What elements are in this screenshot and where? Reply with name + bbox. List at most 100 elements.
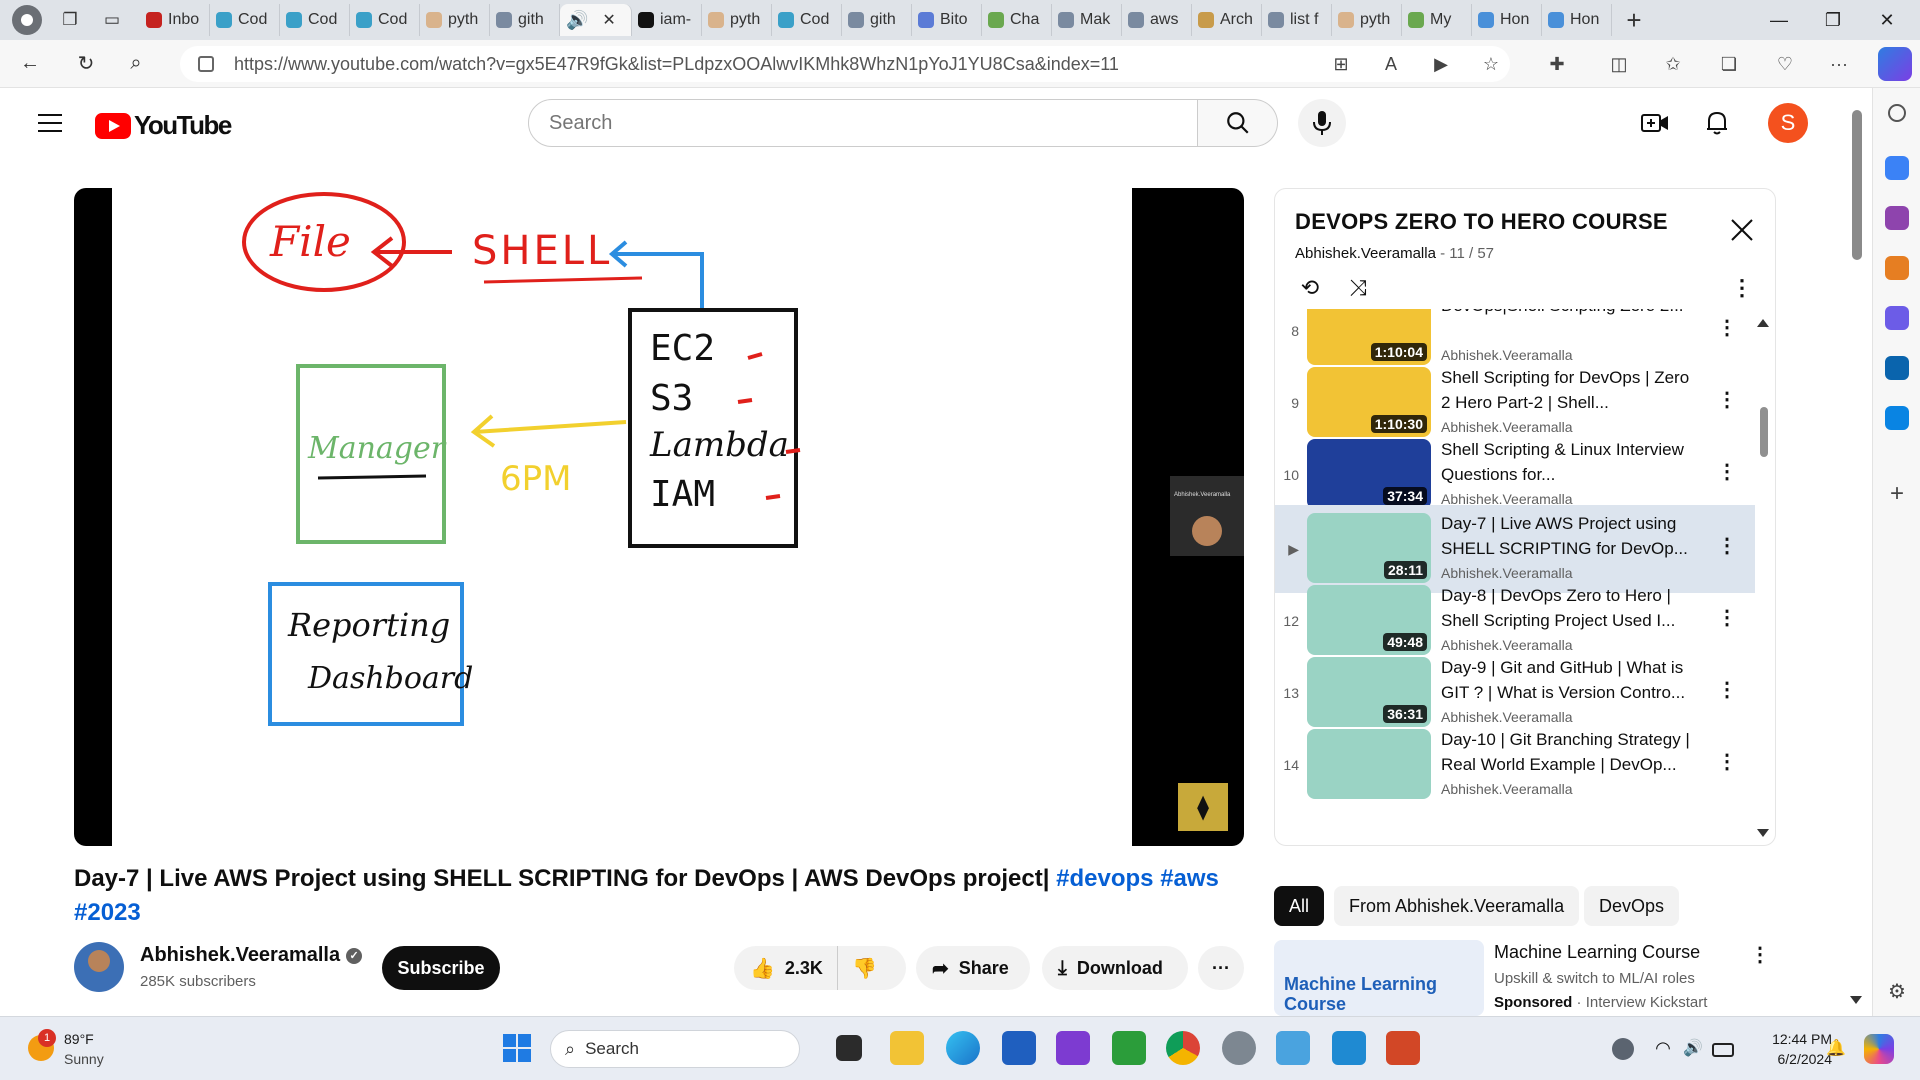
browser-essentials-icon[interactable]: ♡: [1770, 50, 1800, 78]
address-bar[interactable]: https://www.youtube.com/watch?v=gx5E47R9…: [180, 46, 1510, 82]
playlist-thumbnail[interactable]: 49:48: [1307, 585, 1431, 655]
playlist-video-title[interactable]: Day-7 | Live AWS Project using SHELL SCR…: [1441, 511, 1703, 561]
playlist-thumbnail[interactable]: 36:31: [1307, 657, 1431, 727]
playlist-video-title[interactable]: Day-10 | Git Branching Strategy | Real W…: [1441, 727, 1703, 777]
sidebar-search-icon[interactable]: [1888, 104, 1906, 122]
ad-more-icon[interactable]: ⋮: [1750, 942, 1770, 967]
browser-tab[interactable]: Cha: [982, 4, 1052, 36]
copilot-taskbar-icon[interactable]: [1864, 1034, 1894, 1064]
volume-icon[interactable]: 🔊: [1682, 1038, 1704, 1060]
playlist-menu-icon[interactable]: ⋮: [1727, 273, 1757, 303]
browser-tab[interactable]: list f: [1262, 4, 1332, 36]
ad-title[interactable]: Machine Learning Course: [1494, 942, 1700, 963]
ad-thumbnail[interactable]: Machine Learning Course: [1274, 940, 1484, 1016]
playlist-video-title[interactable]: DevOps|Shell Scripting Zero 2...: [1441, 309, 1703, 318]
apps-icon[interactable]: ⊞: [1326, 50, 1356, 78]
like-button[interactable]: 👍 2.3K: [734, 946, 838, 990]
download-button[interactable]: ⤓ Download: [1042, 946, 1188, 990]
taskbar-time[interactable]: 12:44 PM: [1762, 1031, 1832, 1047]
close-playlist-icon[interactable]: [1727, 215, 1757, 245]
search-button[interactable]: [1198, 99, 1278, 147]
immersive-reader-icon[interactable]: ▶: [1426, 50, 1456, 78]
hashtag-2023[interactable]: #2023: [74, 899, 141, 926]
results-scroll-down-icon[interactable]: [1850, 996, 1862, 1004]
chip-devops[interactable]: DevOps: [1584, 886, 1680, 926]
browser-tab[interactable]: Bito: [912, 4, 982, 36]
playlist-item-menu-icon[interactable]: ⋮: [1715, 677, 1739, 705]
tab-actions-icon[interactable]: ▭: [98, 6, 126, 34]
playlist-scroll-down-icon[interactable]: [1757, 829, 1769, 837]
browser-tab[interactable]: Inbo: [140, 4, 210, 36]
share-button[interactable]: ➦ Share: [916, 946, 1030, 990]
more-actions-button[interactable]: ···: [1198, 946, 1244, 990]
browser-tab[interactable]: Hon: [1542, 4, 1612, 36]
playlist-video-title[interactable]: Shell Scripting & Linux Interview Questi…: [1441, 437, 1703, 487]
chip-from-channel[interactable]: From Abhishek.Veeramalla: [1334, 886, 1580, 926]
close-tab-icon[interactable]: ✕: [602, 10, 615, 30]
playlist-scrollbar[interactable]: [1760, 407, 1768, 457]
new-tab-icon[interactable]: +: [1620, 5, 1648, 35]
copilot-icon[interactable]: [1878, 47, 1912, 81]
minimize-window-icon[interactable]: —: [1756, 6, 1802, 34]
browser-search-icon[interactable]: ⌕: [118, 46, 154, 82]
notepad-icon[interactable]: [1276, 1031, 1310, 1065]
create-video-icon[interactable]: [1640, 108, 1670, 138]
edge-browser-icon[interactable]: [946, 1031, 980, 1065]
close-window-icon[interactable]: ✕: [1864, 6, 1910, 34]
vpn-status-icon[interactable]: [1612, 1038, 1634, 1060]
speaker-icon[interactable]: 🔊: [566, 10, 588, 31]
menu-icon[interactable]: [38, 114, 62, 132]
proton-vpn-icon[interactable]: [1056, 1031, 1090, 1065]
shuffle-playlist-icon[interactable]: ⤨: [1343, 273, 1373, 303]
favorites-icon[interactable]: ✩: [1658, 50, 1688, 78]
vscode-icon[interactable]: [1332, 1031, 1366, 1065]
browser-tab[interactable]: gith: [842, 4, 912, 36]
weather-temperature[interactable]: 89°F: [64, 1031, 94, 1047]
playlist-item-menu-icon[interactable]: ⋮: [1715, 605, 1739, 633]
playlist-item-menu-icon[interactable]: ⋮: [1715, 749, 1739, 777]
browser-tab[interactable]: Cod: [210, 4, 280, 36]
start-windows-icon[interactable]: [500, 1031, 534, 1065]
extensions-icon[interactable]: ✚: [1542, 50, 1572, 78]
browser-tab[interactable]: gith: [490, 4, 560, 36]
battery-icon[interactable]: [1712, 1043, 1734, 1057]
playlist-video-title[interactable]: Day-8 | DevOps Zero to Hero | Shell Scri…: [1441, 583, 1703, 633]
workspaces-icon[interactable]: ❐: [56, 6, 84, 34]
playlist-item-menu-icon[interactable]: ⋮: [1715, 315, 1739, 343]
notifications-bell-icon[interactable]: [1702, 108, 1732, 138]
xbox-icon[interactable]: [1112, 1031, 1146, 1065]
channel-avatar[interactable]: [74, 942, 124, 992]
browser-tab[interactable]: Cod: [280, 4, 350, 36]
channel-name[interactable]: Abhishek.Veeramalla ✓: [140, 944, 363, 967]
microsoft-365-icon[interactable]: [1885, 306, 1909, 330]
playlist-video-title[interactable]: Day-9 | Git and GitHub | What is GIT ? |…: [1441, 655, 1703, 705]
tools-icon[interactable]: [1885, 206, 1909, 230]
taskbar-date[interactable]: 6/2/2024: [1762, 1051, 1833, 1067]
browser-tab[interactable]: pyth: [420, 4, 490, 36]
file-explorer-icon[interactable]: [890, 1031, 924, 1065]
playlist-thumbnail[interactable]: 1:10:30: [1307, 367, 1431, 437]
loop-playlist-icon[interactable]: ⟲: [1295, 273, 1325, 303]
youtube-logo[interactable]: YouTube: [95, 110, 232, 141]
playlist-item[interactable]: 14 Day-10 | Git Branching Strategy | Real…: [1275, 721, 1755, 809]
browser-tab[interactable]: Hon: [1472, 4, 1542, 36]
browser-profile-icon[interactable]: [12, 5, 42, 35]
browser-tab[interactable]: aws: [1122, 4, 1192, 36]
taskbar-search[interactable]: ⌕ Search: [550, 1030, 800, 1068]
favorite-star-icon[interactable]: ☆: [1476, 50, 1506, 78]
voice-search-button[interactable]: [1298, 99, 1346, 147]
playlist-item-menu-icon[interactable]: ⋮: [1715, 533, 1739, 561]
playlist-item-menu-icon[interactable]: ⋮: [1715, 387, 1739, 415]
refresh-icon[interactable]: ↻: [68, 46, 104, 82]
browser-tab[interactable]: pyth: [1332, 4, 1402, 36]
outlook-icon[interactable]: [1885, 356, 1909, 380]
chrome-icon[interactable]: [1166, 1031, 1200, 1065]
video-player[interactable]: File SHELL EC2 S3 Lambda IAM Manager 6PM…: [74, 188, 1244, 846]
notification-bell-icon[interactable]: 🔔: [1826, 1038, 1846, 1060]
playlist-thumbnail[interactable]: 37:34: [1307, 439, 1431, 509]
add-sidebar-app-icon[interactable]: +: [1885, 482, 1909, 506]
settings-more-icon[interactable]: ···: [1824, 50, 1854, 78]
playlist-thumbnail[interactable]: 1:10:04: [1307, 309, 1431, 365]
settings-gear-icon[interactable]: [1222, 1031, 1256, 1065]
browser-tab[interactable]: Arch: [1192, 4, 1262, 36]
